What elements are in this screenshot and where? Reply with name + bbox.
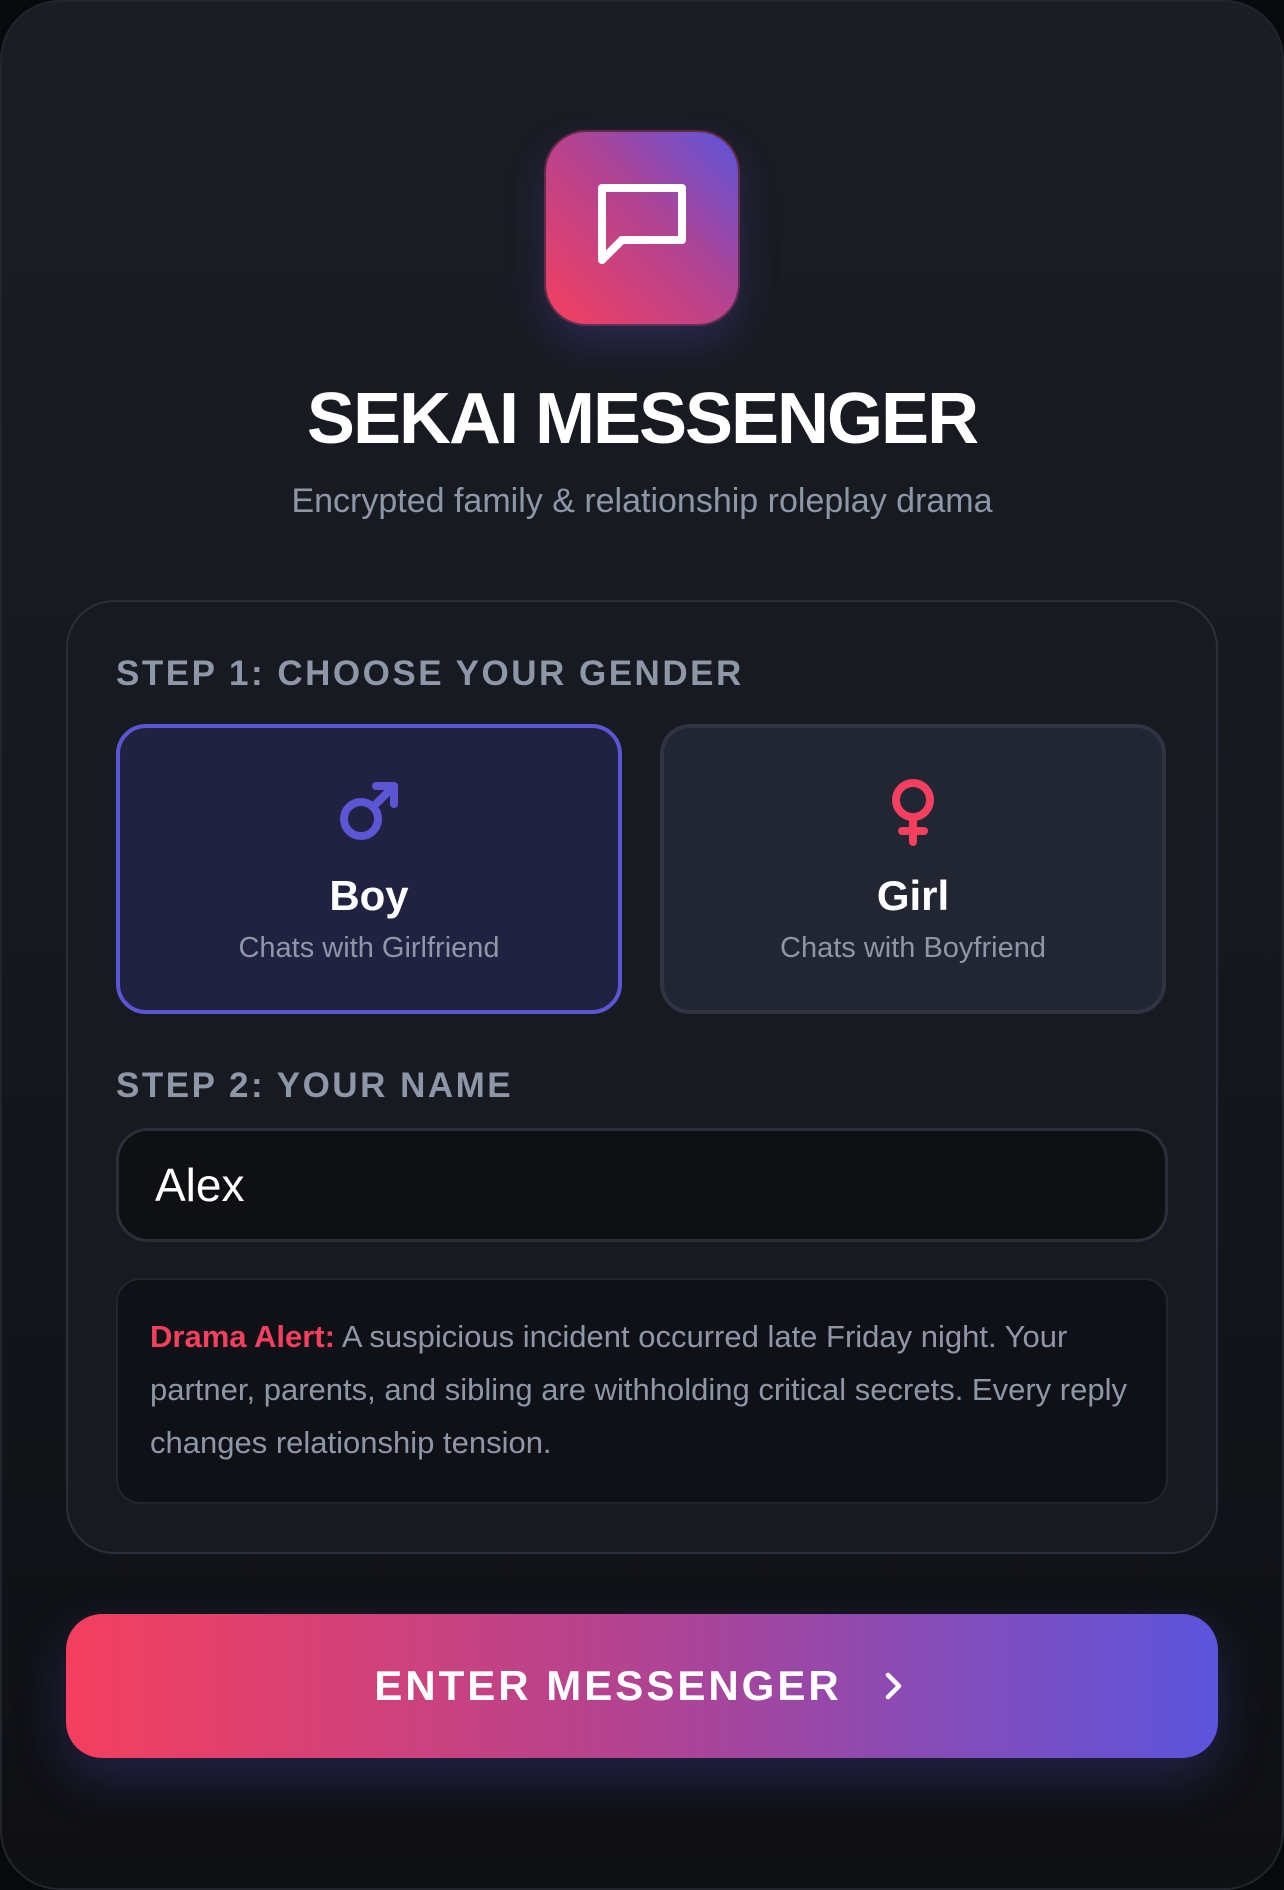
male-symbol-icon: [340, 782, 398, 840]
gender-boy-description: Chats with Girlfriend: [238, 932, 500, 964]
chat-bubble-icon: [598, 184, 686, 264]
app-subtitle: Encrypted family & relationship roleplay…: [291, 482, 993, 520]
gender-option-girl[interactable]: Girl Chats with Boyfriend: [660, 724, 1166, 1014]
enter-messenger-label: ENTER MESSENGER: [374, 1662, 842, 1709]
chevron-right-icon: [885, 1672, 901, 1700]
gender-girl-description: Chats with Boyfriend: [780, 932, 1046, 964]
female-symbol-icon: [892, 779, 934, 846]
step1-label: STEP 1: CHOOSE YOUR GENDER: [116, 654, 744, 693]
app-title: SEKAI MESSENGER: [306, 379, 979, 459]
drama-alert-label: Drama Alert:: [150, 1319, 335, 1354]
enter-messenger-button[interactable]: ENTER MESSENGER: [66, 1614, 1218, 1758]
app-screen: SEKAI MESSENGER Encrypted family & relat…: [0, 0, 1284, 1890]
drama-alert: Drama Alert: A suspicious incident occur…: [116, 1278, 1168, 1504]
gender-option-boy[interactable]: Boy Chats with Girlfriend: [116, 724, 622, 1014]
name-input[interactable]: [116, 1128, 1168, 1242]
gender-boy-label: Boy: [329, 872, 409, 919]
app-logo: [546, 132, 738, 324]
gender-girl-label: Girl: [876, 872, 950, 919]
step2-label: STEP 2: YOUR NAME: [116, 1066, 514, 1105]
